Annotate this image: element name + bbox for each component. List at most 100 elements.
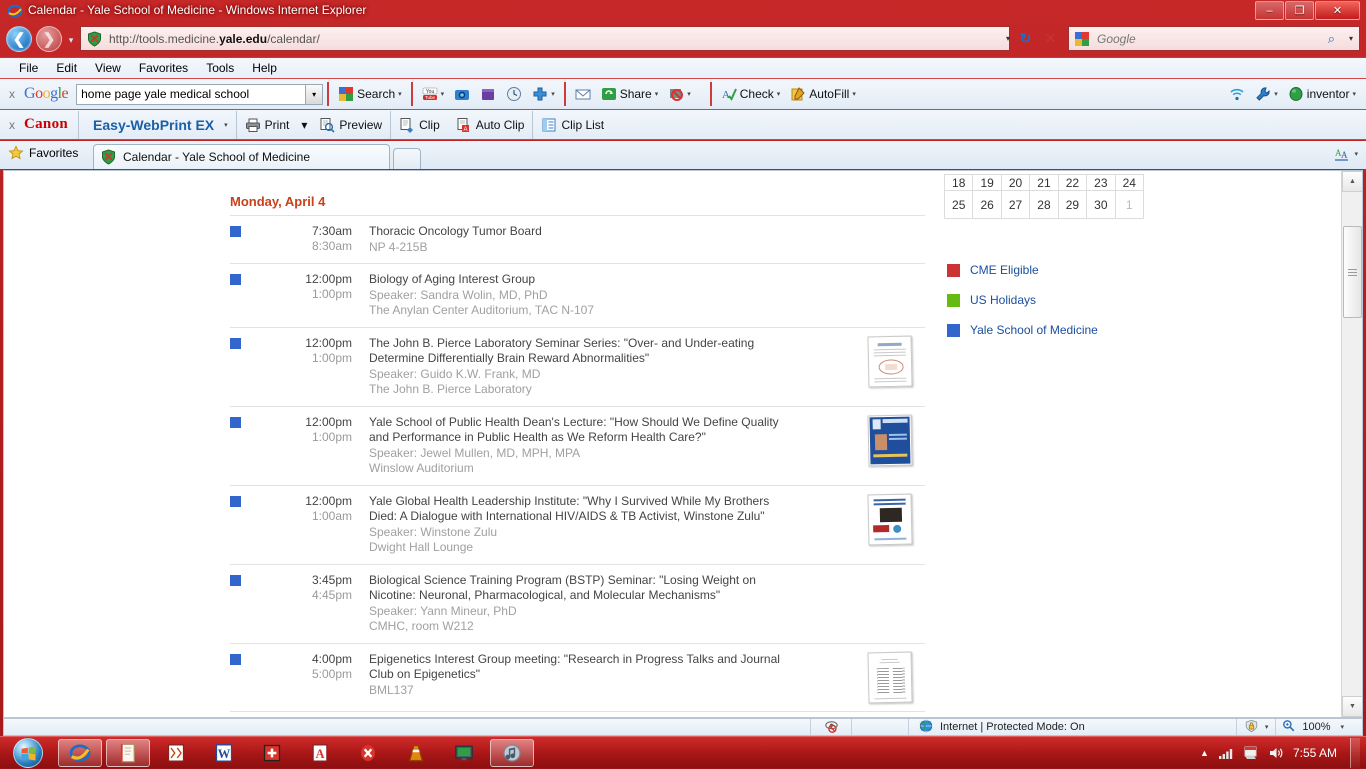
favorites-button[interactable]: Favorites: [8, 145, 78, 161]
event-title-line[interactable]: The John B. Pierce Laboratory Seminar Se…: [369, 336, 855, 352]
chevron-down-icon[interactable]: ▾: [224, 121, 228, 129]
event-title-line[interactable]: Determine Differentially Brain Reward Ab…: [369, 351, 855, 367]
taskbar-vlc[interactable]: [394, 739, 438, 767]
clip-list-button[interactable]: Clip List: [533, 112, 612, 138]
legend-item[interactable]: US Holidays: [947, 293, 1098, 307]
chevron-down-icon[interactable]: ▾: [1354, 150, 1358, 158]
event-title-line[interactable]: and Performance in Public Health as We R…: [369, 430, 855, 446]
mini-calendar-day[interactable]: 1: [1114, 190, 1145, 219]
event-title-line[interactable]: Died: A Dialogue with International HIV/…: [369, 509, 855, 525]
chevron-down-icon[interactable]: ▾: [852, 90, 856, 98]
chevron-down-icon[interactable]: ▾: [1274, 90, 1278, 98]
mini-calendar-day[interactable]: 22: [1057, 174, 1088, 191]
google-search-button[interactable]: Search ▾: [333, 82, 407, 106]
legend-item[interactable]: Yale School of Medicine: [947, 323, 1098, 337]
google-search-history-dropdown[interactable]: ▾: [306, 83, 324, 105]
address-bar[interactable]: http://tools.medicine.yale.edu/calendar/: [80, 26, 1010, 51]
restore-button[interactable]: ❐: [1285, 1, 1314, 20]
taskbar-itunes[interactable]: [490, 739, 534, 767]
event-flyer-thumbnail[interactable]: [867, 335, 913, 387]
event-title-line[interactable]: Nicotine: Neuronal, Pharmacological, and…: [369, 588, 855, 604]
google-toolbar-close-button[interactable]: x: [0, 87, 24, 101]
taskbar-firstaid[interactable]: [250, 739, 294, 767]
chevron-down-icon[interactable]: ▾: [777, 90, 781, 98]
event-flyer-thumbnail[interactable]: [867, 493, 913, 545]
menu-edit[interactable]: Edit: [47, 60, 86, 76]
start-button[interactable]: [2, 737, 54, 769]
taskbar-x-app[interactable]: [346, 739, 390, 767]
event-flyer-thumbnail[interactable]: [867, 414, 913, 466]
chevron-down-icon[interactable]: ▾: [551, 90, 555, 98]
chevron-down-icon[interactable]: ▾: [1352, 90, 1356, 98]
add-button[interactable]: ▾: [527, 82, 560, 106]
mini-calendar-day[interactable]: 21: [1029, 174, 1059, 191]
chevron-down-icon[interactable]: ▾: [1340, 723, 1344, 731]
event-flyer-thumbnail[interactable]: [867, 651, 913, 703]
network-signal-icon[interactable]: [1218, 745, 1234, 761]
event-row[interactable]: 4:00pm 5:00pm Epigenetics Interest Group m…: [230, 642, 925, 711]
mini-calendar-day[interactable]: 20: [1000, 174, 1031, 191]
clip-button[interactable]: Clip: [391, 112, 448, 138]
clock-button[interactable]: [501, 82, 527, 106]
taskbar-image-viewer[interactable]: [154, 739, 198, 767]
translate-icon[interactable]: A A: [1334, 146, 1350, 162]
scrollbar-thumb[interactable]: [1343, 226, 1362, 318]
event-row[interactable]: 12:00pm 1:00pm The John B. Pierce Laborato…: [230, 326, 925, 406]
purple-box-button[interactable]: [475, 82, 501, 106]
chevron-down-icon[interactable]: ▾: [398, 90, 402, 98]
menu-tools[interactable]: Tools: [197, 60, 243, 76]
mini-calendar-day[interactable]: 25: [943, 190, 974, 219]
refresh-button[interactable]: ↻: [1013, 26, 1038, 51]
zoom-control[interactable]: 100% ▾: [1276, 719, 1350, 735]
event-title-line[interactable]: Yale Global Health Leadership Institute:…: [369, 494, 855, 510]
protected-mode-indicator[interactable]: ▾: [1237, 719, 1276, 735]
share-button[interactable]: Share ▾: [596, 82, 664, 106]
menu-file[interactable]: File: [10, 60, 47, 76]
scroll-up-button[interactable]: ▲: [1342, 171, 1362, 192]
page-scrollbar[interactable]: ▲ ▼: [1341, 171, 1362, 717]
mini-calendar-day[interactable]: 28: [1029, 190, 1059, 219]
google-search-input[interactable]: home page yale medical school: [76, 83, 307, 105]
tray-expand-icon[interactable]: ▲: [1200, 748, 1209, 758]
mini-calendar-day[interactable]: 26: [972, 190, 1002, 219]
search-provider-dropdown-icon[interactable]: ▾: [1349, 34, 1353, 43]
event-row[interactable]: 12:00pm 1:00am Yale Global Health Leadersh…: [230, 484, 925, 564]
back-button[interactable]: ❮: [6, 26, 32, 52]
mini-calendar-day[interactable]: 23: [1086, 174, 1116, 191]
browser-search-box[interactable]: Google ⌕ ▾: [1068, 26, 1360, 51]
autofill-button[interactable]: AutoFill ▾: [785, 82, 861, 106]
youtube-button[interactable]: You Tube ▾: [417, 82, 450, 106]
legend-label[interactable]: Yale School of Medicine: [970, 323, 1098, 337]
event-row[interactable]: 3:45pm 4:45pm Biological Science Training …: [230, 563, 925, 643]
event-title-line[interactable]: Biology of Aging Interest Group: [369, 272, 855, 288]
volume-icon[interactable]: [1268, 745, 1284, 761]
easy-webprint-menu-button[interactable]: Easy-WebPrint EX ▾: [79, 112, 236, 138]
new-tab-button[interactable]: [393, 148, 421, 169]
auto-clip-button[interactable]: A Auto Clip: [448, 112, 533, 138]
security-zone-indicator[interactable]: Internet | Protected Mode: On: [909, 719, 1085, 735]
show-desktop-button[interactable]: [1350, 738, 1360, 768]
recent-pages-dropdown[interactable]: ▾: [65, 35, 77, 45]
legend-label[interactable]: US Holidays: [970, 293, 1036, 307]
clock-time[interactable]: 7:55 AM: [1293, 746, 1337, 760]
event-title-line[interactable]: Club on Epigenetics": [369, 667, 855, 683]
legend-label[interactable]: CME Eligible: [970, 263, 1039, 277]
taskbar-acrobat[interactable]: A: [298, 739, 342, 767]
wifi-status-button[interactable]: [1224, 82, 1250, 106]
mini-calendar-day[interactable]: 19: [972, 174, 1002, 191]
event-row[interactable]: 4:00pm5:00pmPharmacology Seminar Series:…: [230, 710, 925, 718]
chevron-down-icon[interactable]: ▾: [441, 90, 445, 98]
mini-calendar-day[interactable]: 24: [1114, 174, 1145, 191]
event-title-line[interactable]: Yale School of Public Health Dean's Lect…: [369, 415, 855, 431]
preview-button[interactable]: Preview: [311, 112, 390, 138]
mini-calendar-day[interactable]: 18: [943, 174, 974, 191]
block-button[interactable]: ▾: [663, 82, 696, 106]
popup-blocker-icon[interactable]: [811, 720, 851, 734]
taskbar-internet-explorer[interactable]: [58, 739, 102, 767]
event-row[interactable]: 12:00pm 1:00pm Yale School of Public Healt…: [230, 405, 925, 485]
legend-item[interactable]: CME Eligible: [947, 263, 1098, 277]
stop-button[interactable]: ✕: [1038, 26, 1063, 51]
action-center-flag-icon[interactable]: [1243, 745, 1259, 761]
chevron-down-icon[interactable]: ▾: [687, 90, 691, 98]
print-button[interactable]: Print: [237, 112, 298, 138]
